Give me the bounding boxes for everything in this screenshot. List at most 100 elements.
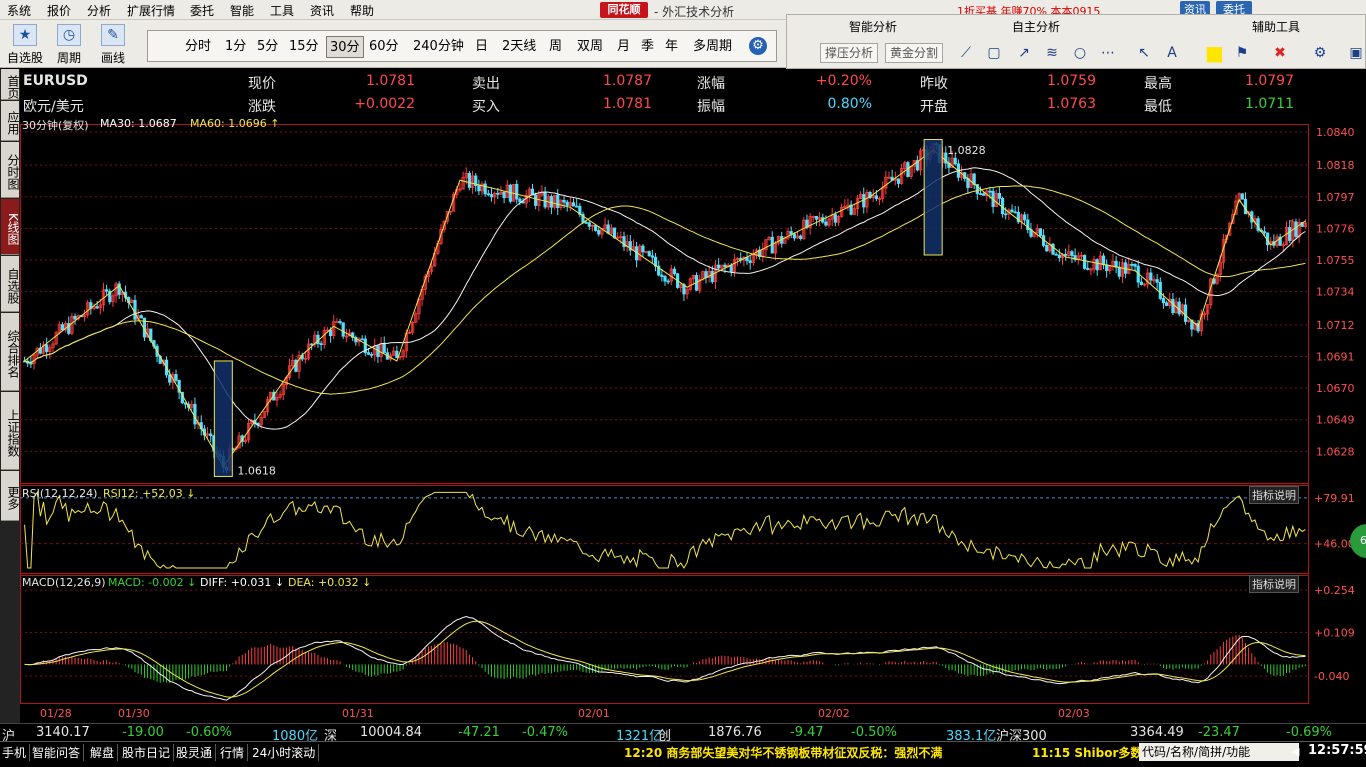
more-icon[interactable]: ⋯	[1099, 44, 1117, 62]
sidebar-tab-5[interactable]: 综合排名	[1, 313, 20, 391]
gear-icon[interactable]: ⚙	[749, 37, 767, 55]
quote-value: 0.80%	[827, 96, 872, 112]
delete-icon[interactable]: ✖	[1271, 44, 1289, 62]
menu-1[interactable]: 报价	[47, 2, 71, 19]
marker-icon[interactable]: ⚑	[1233, 44, 1251, 62]
candle-body	[502, 191, 506, 199]
sidebar-tab-6[interactable]: 上证指数	[1, 392, 20, 470]
candle-body	[982, 193, 986, 196]
candle-body	[366, 352, 371, 355]
macd-tick-label: -0.040	[1314, 670, 1349, 683]
menu-0[interactable]: 系统	[7, 2, 31, 19]
dea-legend: DEA: +0.032 ↓	[288, 576, 372, 589]
candle-body	[666, 280, 670, 283]
rect-tool-icon[interactable]: ▢	[985, 44, 1003, 62]
quote-value: 1.0797	[1245, 73, 1294, 89]
quote-value: 1.0781	[366, 73, 415, 89]
x-tick-label: 01/31	[342, 707, 374, 720]
period-10[interactable]: 双周	[574, 36, 606, 58]
menu-7[interactable]: 资讯	[310, 2, 334, 19]
candle-body	[328, 329, 333, 337]
quote-label: 最低	[1144, 99, 1172, 115]
candle-body	[168, 374, 172, 383]
cursor-icon[interactable]: ↖	[1135, 44, 1153, 62]
candle-body	[641, 245, 645, 253]
bottom-item-4[interactable]: 股灵通	[176, 744, 217, 761]
candle-body	[1139, 281, 1143, 285]
low-highlight	[213, 360, 233, 477]
quote-value: +0.0022	[354, 96, 415, 112]
bottom-item-2[interactable]: 解盘	[90, 744, 119, 761]
quote-label: 涨幅	[697, 76, 725, 92]
period-9[interactable]: 周	[546, 36, 565, 58]
period-7[interactable]: 日	[472, 36, 491, 58]
period-11[interactable]: 月	[614, 36, 633, 58]
bottom-item-3[interactable]: 股市日记	[122, 744, 175, 761]
golden-section-button[interactable]: 黄金分割	[885, 43, 944, 63]
candle-body	[1183, 304, 1188, 322]
period-1[interactable]: 1分	[222, 36, 249, 58]
menu-8[interactable]: 帮助	[350, 2, 374, 19]
candle-body	[29, 362, 33, 365]
period-2[interactable]: 5分	[254, 36, 281, 58]
period-4[interactable]: 30分	[326, 36, 364, 58]
sidebar-tab-2[interactable]: 分时图	[1, 142, 20, 198]
period-0[interactable]: 分时	[182, 36, 214, 58]
candle-body	[1133, 264, 1137, 267]
sidebar-tab-7[interactable]: 更多	[1, 471, 20, 521]
circle-tool-icon[interactable]: ○	[1071, 44, 1089, 62]
bottom-item-5[interactable]: 行情	[220, 744, 249, 761]
tool-1[interactable]: ◷ 周期	[48, 22, 90, 66]
close-panel-icon[interactable]: ▣	[1347, 44, 1365, 62]
candle-body	[824, 221, 828, 226]
arrow-tool-icon[interactable]: ↗	[1015, 44, 1033, 62]
y-tick-label: 1.0840	[1316, 126, 1355, 139]
y-tick-label: 1.0797	[1316, 191, 1355, 204]
period-8[interactable]: 2天线	[499, 36, 539, 58]
chart-svg: 1.0840 1.0818 1.0797 1.0776 1.0755 1.0734 1.07…	[20, 124, 1355, 720]
period-6[interactable]: 240分钟	[410, 36, 467, 58]
quote-value: +0.20%	[815, 73, 872, 89]
menu-5[interactable]: 智能	[230, 2, 254, 19]
period-legend: 30分钟(复权)	[22, 119, 89, 132]
period-14[interactable]: 多周期	[690, 36, 735, 58]
high-highlight	[923, 139, 943, 256]
support-resistance-button[interactable]: 撑压分析	[820, 43, 879, 63]
status-item: -19.00	[122, 725, 164, 740]
quote-value: 1.0763	[1047, 96, 1096, 112]
period-3[interactable]: 15分	[286, 36, 322, 58]
status-item: 1876.76	[708, 725, 762, 740]
menu-4[interactable]: 委托	[190, 2, 214, 19]
candle-body	[360, 338, 364, 341]
tool-2[interactable]: ✎ 画线	[92, 22, 134, 66]
tool-0[interactable]: ★ 自选股	[4, 22, 46, 66]
sidebar-tab-3[interactable]: K线图	[1, 199, 20, 255]
period-5[interactable]: 60分	[366, 36, 402, 58]
indicator-help-button[interactable]: 指标说明	[1249, 575, 1299, 593]
line-tool-icon[interactable]: ⟋	[957, 44, 975, 62]
candle-body	[833, 214, 837, 223]
candle-body	[1117, 266, 1121, 277]
text-icon[interactable]: A	[1163, 44, 1181, 62]
news-ticker-2[interactable]: 11:15 Shibor多数	[1032, 744, 1142, 761]
menu-2[interactable]: 分析	[87, 2, 111, 19]
candle-body	[565, 201, 569, 206]
color-icon[interactable]: ■	[1205, 43, 1224, 63]
bottom-item-0[interactable]: 手机	[2, 744, 31, 761]
menu-6[interactable]: 工具	[270, 2, 294, 19]
sidebar-tab-0[interactable]: 首页	[1, 69, 20, 100]
news-ticker-1[interactable]: 12:20 商务部失望美对华不锈钢板带材征双反税：强烈不满	[624, 744, 942, 761]
period-12[interactable]: 季	[638, 36, 657, 58]
bottom-item-1[interactable]: 智能问答	[32, 744, 85, 761]
sidebar-tab-4[interactable]: 自选股	[1, 256, 20, 312]
y-tick-label: 1.0649	[1316, 414, 1355, 427]
indicator-help-button[interactable]: 指标说明	[1249, 486, 1299, 504]
sidebar-tab-1[interactable]: 应用	[1, 101, 20, 141]
bottom-item-6[interactable]: 24小时滚动	[252, 744, 320, 761]
wave-tool-icon[interactable]: ≋	[1043, 44, 1061, 62]
code-search-input[interactable]: 代码/名称/简拼/功能	[1139, 743, 1299, 761]
menu-3[interactable]: 扩展行情	[127, 2, 175, 19]
kline-chart-area[interactable]: 1.0840 1.0818 1.0797 1.0776 1.0755 1.0734 1.07…	[20, 69, 1366, 723]
period-13[interactable]: 年	[662, 36, 681, 58]
settings-icon[interactable]: ⚙	[1311, 44, 1329, 62]
